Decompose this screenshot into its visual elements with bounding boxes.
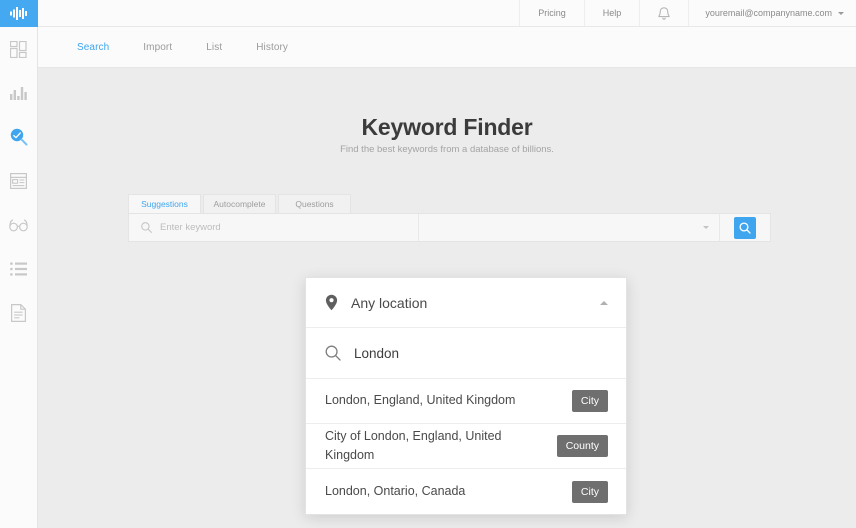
location-dropdown-label: Any location [351, 294, 428, 311]
bell-icon [658, 6, 671, 20]
site-audit-icon [10, 173, 27, 189]
location-dropdown: Any location London, England, United Kin… [305, 277, 627, 515]
keyword-search-card: Suggestions Autocomplete Questions [128, 194, 771, 242]
search-submit-button[interactable] [734, 216, 756, 239]
magnifier-icon [10, 128, 27, 146]
top-bar: Pricing Help youremail@companyname.com [38, 0, 856, 27]
search-tab-autocomplete[interactable]: Autocomplete [203, 194, 276, 213]
pricing-link[interactable]: Pricing [519, 0, 584, 26]
tab-list-label: List [206, 41, 223, 53]
sidebar-item-lists[interactable] [0, 247, 38, 291]
list-icon [10, 262, 27, 276]
location-search-input[interactable] [354, 345, 584, 361]
search-icon [141, 222, 152, 233]
keyword-field[interactable] [129, 214, 419, 241]
sidebar-item-keyword-finder[interactable] [0, 115, 38, 159]
location-dropdown-header[interactable]: Any location [306, 278, 626, 328]
location-result-row[interactable]: London, England, United Kingdom City [306, 379, 626, 424]
location-result-badge: County [556, 435, 608, 457]
app-window: Pricing Help youremail@companyname.com S… [0, 0, 856, 528]
sidebar-item-competitor-research[interactable] [0, 203, 38, 247]
location-result-name: London, England, United Kingdom [325, 393, 516, 408]
pricing-label: Pricing [538, 8, 566, 18]
help-link[interactable]: Help [583, 0, 640, 26]
location-result-name: City of London, England, United Kingdom [325, 428, 502, 462]
document-icon [11, 304, 26, 322]
tab-list[interactable]: List [189, 42, 239, 53]
soundwave-logo-icon [9, 7, 27, 20]
page-title: Keyword Finder [361, 114, 533, 140]
notifications-button[interactable] [639, 0, 688, 26]
search-tab-questions[interactable]: Questions [278, 194, 351, 213]
tab-import[interactable]: Import [126, 42, 189, 53]
tab-history[interactable]: History [239, 42, 305, 53]
glasses-icon [9, 218, 28, 231]
sidebar-item-site-audit[interactable] [0, 159, 38, 203]
main-content: Keyword Finder Find the best keywords fr… [38, 68, 856, 528]
chevron-down-icon [703, 226, 709, 229]
search-tab-suggestions[interactable]: Suggestions [128, 194, 201, 213]
search-input[interactable] [160, 222, 390, 233]
user-menu[interactable]: youremail@companyname.com [688, 0, 856, 26]
location-result-badge: City [571, 480, 608, 503]
tab-search-label: Search [77, 41, 110, 53]
tab-history-label: History [256, 41, 289, 53]
location-result-badge: City [571, 390, 608, 412]
app-logo[interactable] [0, 0, 38, 27]
sidebar-item-analytics[interactable] [0, 71, 38, 115]
map-pin-icon [325, 294, 338, 311]
location-result-row[interactable]: City of London, England, United Kingdom … [306, 424, 626, 469]
dashboard-grid-icon [10, 40, 27, 58]
chevron-down-icon [838, 11, 844, 15]
section-nav: Search Import List History [38, 27, 856, 68]
search-tab-questions-label: Questions [295, 199, 334, 209]
help-label: Help [602, 8, 622, 18]
bar-chart-icon [10, 87, 27, 100]
location-result-name: London, Ontario, Canada [325, 483, 466, 498]
search-mode-tabs: Suggestions Autocomplete Questions [128, 194, 771, 213]
sidebar-rail [0, 0, 38, 528]
tab-search[interactable]: Search [60, 42, 126, 53]
sidebar-item-reports[interactable] [0, 291, 38, 335]
search-icon [739, 221, 751, 234]
search-tab-suggestions-label: Suggestions [141, 199, 188, 209]
sidebar-item-dashboard[interactable] [0, 27, 38, 71]
user-email-label: youremail@companyname.com [705, 8, 832, 18]
search-tab-autocomplete-label: Autocomplete [213, 199, 266, 209]
tab-import-label: Import [143, 41, 173, 53]
location-search-row[interactable] [306, 328, 626, 379]
location-result-row[interactable]: London, Ontario, Canada City [306, 469, 626, 514]
location-field[interactable] [419, 214, 720, 241]
chevron-up-icon[interactable] [600, 300, 608, 305]
query-row [128, 213, 771, 242]
submit-wrap [720, 214, 770, 241]
search-icon [325, 345, 341, 361]
page-subtitle: Find the best keywords from a database o… [340, 144, 554, 155]
